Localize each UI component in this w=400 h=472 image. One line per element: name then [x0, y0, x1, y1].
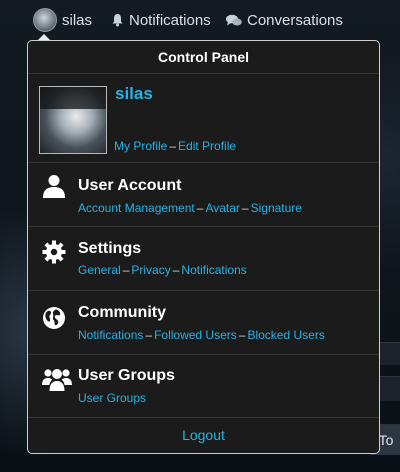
privacy-link[interactable]: Privacy: [131, 263, 170, 277]
bell-icon: [112, 14, 123, 27]
gear-icon: [42, 240, 66, 264]
community-notifications-link[interactable]: Notifications: [78, 328, 143, 342]
globe-icon: [43, 307, 65, 329]
link-separator: –: [172, 263, 180, 277]
blocked-users-link[interactable]: Blocked Users: [247, 328, 324, 342]
section-title: User Groups: [78, 367, 175, 384]
nav-conversations[interactable]: Conversations: [226, 10, 343, 30]
group-icon: [42, 369, 72, 391]
section-links: Account Management – Avatar – Signature: [78, 201, 302, 215]
section-community: Community Notifications – Followed Users – B…: [28, 291, 379, 355]
section-user-account: User Account Account Management – Avatar – S…: [28, 163, 379, 227]
user-groups-link[interactable]: User Groups: [78, 391, 146, 405]
section-links: User Groups: [78, 391, 146, 405]
section-title: Community: [78, 304, 166, 321]
link-separator: –: [145, 328, 153, 342]
link-separator: –: [196, 201, 204, 215]
section-links: General – Privacy – Notifications: [78, 263, 247, 277]
profile-section: silas My Profile – Edit Profile: [28, 74, 379, 163]
avatar: [33, 8, 57, 32]
followed-users-link[interactable]: Followed Users: [154, 328, 237, 342]
avatar-link[interactable]: Avatar: [205, 201, 239, 215]
section-title: User Account: [78, 177, 182, 194]
section-user-groups: User Groups User Groups: [28, 355, 379, 418]
nav-username: silas: [62, 11, 93, 29]
nav-conversations-label: Conversations: [247, 11, 343, 29]
link-separator: –: [122, 263, 130, 277]
account-management-link[interactable]: Account Management: [78, 201, 195, 215]
top-navbar: silas Notifications Conversations: [0, 0, 400, 40]
profile-name-link[interactable]: silas: [115, 84, 153, 104]
user-icon: [43, 175, 65, 198]
link-separator: –: [169, 139, 177, 153]
logout-link[interactable]: Logout: [28, 418, 379, 453]
section-title: Settings: [78, 240, 142, 257]
edit-profile-link[interactable]: Edit Profile: [178, 139, 236, 153]
nav-notifications[interactable]: Notifications: [111, 10, 211, 30]
general-link[interactable]: General: [78, 263, 121, 277]
nav-notifications-label: Notifications: [129, 11, 211, 29]
panel-title: Control Panel: [28, 41, 379, 74]
profile-avatar[interactable]: [39, 86, 107, 154]
chat-bubbles-icon: [226, 14, 242, 25]
link-separator: –: [241, 201, 249, 215]
profile-links: My Profile – Edit Profile: [114, 139, 236, 153]
nav-user-menu[interactable]: silas: [33, 8, 93, 32]
section-links: Notifications – Followed Users – Blocked Use…: [78, 328, 325, 342]
link-separator: –: [238, 328, 246, 342]
signature-link[interactable]: Signature: [251, 201, 302, 215]
control-panel-dropdown: Control Panel silas My Profile – Edit Prof…: [27, 40, 380, 454]
my-profile-link[interactable]: My Profile: [114, 139, 167, 153]
section-settings: Settings General – Privacy – Notifications: [28, 227, 379, 291]
notifications-settings-link[interactable]: Notifications: [181, 263, 246, 277]
